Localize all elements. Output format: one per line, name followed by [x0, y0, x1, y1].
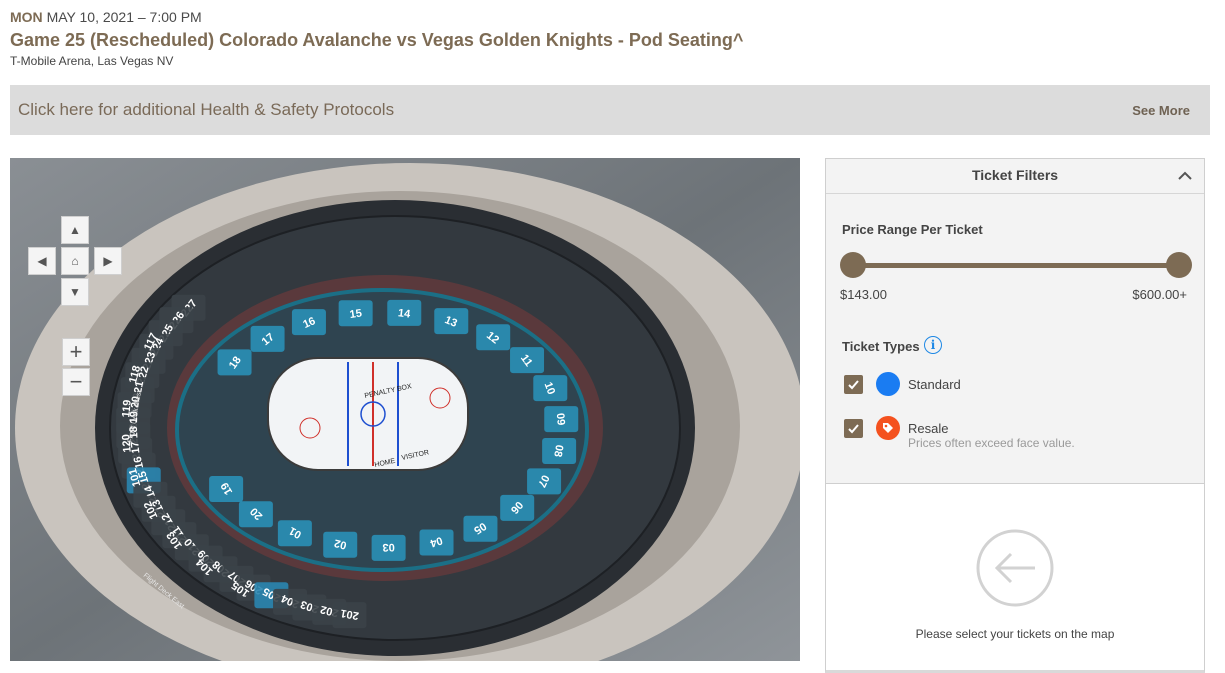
price-max-value: $600.00+ [1132, 287, 1187, 302]
arrow-left-icon[interactable]: ◀ [28, 247, 56, 275]
resale-label: Resale [908, 421, 949, 436]
price-range-label: Price Range Per Ticket [842, 222, 983, 237]
section-label[interactable]: 15 [349, 307, 363, 321]
section-label[interactable]: 03 [382, 541, 395, 553]
standard-label: Standard [908, 377, 961, 392]
ice-rink [267, 357, 469, 471]
arrow-down-icon[interactable]: ▼ [61, 278, 89, 306]
zoom-in-button[interactable]: + [62, 338, 90, 366]
price-slider-track[interactable] [852, 263, 1178, 268]
ticket-types-label: Ticket Types [842, 339, 920, 354]
resale-tag-icon [876, 416, 900, 440]
section-label[interactable]: 09 [554, 413, 567, 426]
event-day: MON [10, 9, 43, 25]
filters-header[interactable]: Ticket Filters [826, 159, 1204, 194]
event-venue: T-Mobile Arena, Las Vegas NV [10, 54, 174, 68]
banner-text[interactable]: Click here for additional Health & Safet… [18, 100, 394, 120]
arena-map[interactable]: 2272262252242232222212202192182172162152… [10, 158, 800, 661]
ticket-filters-panel: Ticket Filters Price Range Per Ticket $1… [825, 158, 1205, 484]
resale-checkbox[interactable] [844, 419, 863, 438]
event-header: MON MAY 10, 2021 – 7:00 PM Game 25 (Resc… [10, 8, 743, 69]
arrow-right-icon[interactable]: ▶ [94, 247, 122, 275]
price-slider-min-handle[interactable] [840, 252, 866, 278]
arrow-up-icon[interactable]: ▲ [61, 216, 89, 244]
home-icon[interactable]: ⌂ [61, 247, 89, 275]
section-label[interactable]: 14 [397, 307, 412, 321]
price-slider-max-handle[interactable] [1166, 252, 1192, 278]
price-min-value: $143.00 [840, 287, 887, 302]
zoom-controls: + − [62, 338, 90, 396]
event-date: MON MAY 10, 2021 – 7:00 PM [10, 8, 743, 26]
event-title: Game 25 (Rescheduled) Colorado Avalanche… [10, 30, 744, 50]
map-nav-pad: ▲ ◀ ⌂ ▶ ▼ [28, 216, 123, 306]
select-tickets-message: Please select your tickets on the map [915, 627, 1115, 641]
resale-note: Prices often exceed face value. [908, 436, 1075, 450]
chevron-up-icon[interactable] [1176, 167, 1194, 185]
standard-checkbox[interactable] [844, 375, 863, 394]
selection-panel: Please select your tickets on the map [825, 484, 1205, 673]
filters-title: Ticket Filters [971, 167, 1059, 183]
event-datetime: MAY 10, 2021 – 7:00 PM [46, 9, 202, 25]
checkmark-icon [848, 380, 859, 390]
zoom-out-button[interactable]: − [62, 368, 90, 396]
health-safety-banner[interactable]: Click here for additional Health & Safet… [10, 85, 1210, 135]
back-arrow-circle-icon [976, 529, 1054, 607]
standard-dot-icon [876, 372, 900, 396]
see-more-link[interactable]: See More [1132, 103, 1190, 118]
seat-map[interactable]: 2272262252242232222212202192182172162152… [10, 158, 800, 661]
info-icon[interactable]: i [924, 336, 942, 354]
checkmark-icon [848, 424, 859, 434]
section-label[interactable]: 08 [551, 444, 565, 458]
